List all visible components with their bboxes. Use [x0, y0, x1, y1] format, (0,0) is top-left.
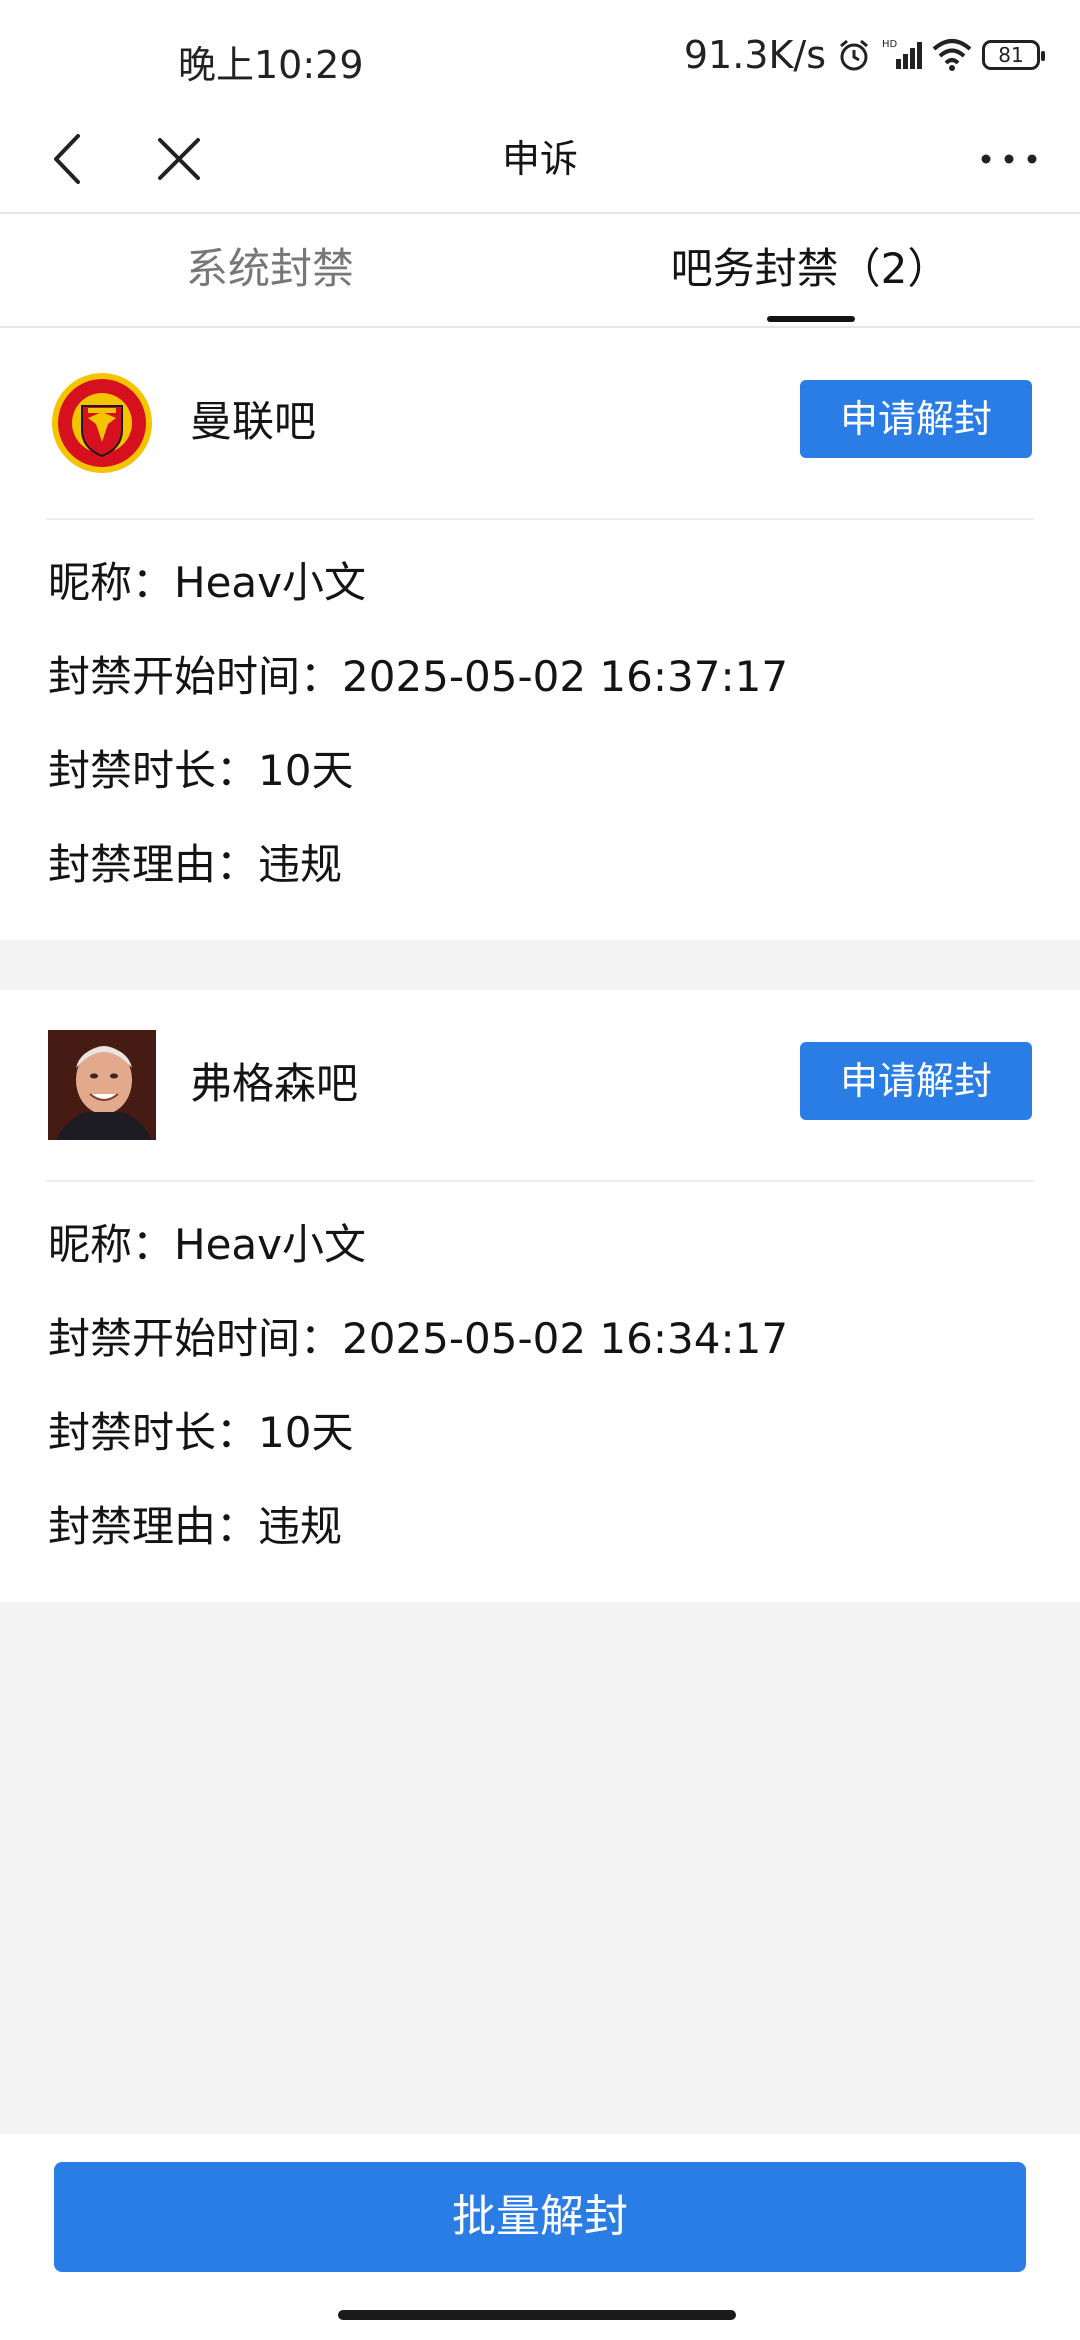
tab-system-ban[interactable]: 系统封禁 [0, 214, 540, 324]
page-title: 申诉 [501, 137, 578, 181]
active-tab-indicator [767, 316, 855, 322]
ban-card: 弗格森吧 申请解封 昵称：Heav小文 封禁开始时间：2025-05-02 16… [0, 990, 1080, 1602]
ban-details: 昵称：Heav小文 封禁开始时间：2025-05-02 16:34:17 封禁时… [0, 1182, 1080, 1574]
apply-unban-button[interactable]: 申请解封 [800, 1042, 1032, 1120]
ban-duration: 封禁时长：10天 [48, 746, 354, 795]
ban-nickname: 昵称：Heav小文 [48, 558, 367, 607]
wifi-icon [932, 39, 972, 71]
tab-forum-admin-ban[interactable]: 吧务封禁（2） [540, 214, 1080, 324]
home-indicator[interactable] [338, 2310, 736, 2320]
ban-start-time: 封禁开始时间：2025-05-02 16:37:17 [48, 652, 789, 701]
alarm-icon [840, 39, 868, 71]
battery-icon: 81 [982, 40, 1045, 70]
more-icon[interactable] [974, 130, 1044, 188]
ban-card: 曼联吧 申请解封 昵称：Heav小文 封禁开始时间：2025-05-02 16:… [0, 328, 1080, 940]
status-time: 晚上10:29 [178, 43, 364, 87]
ban-card-header: 曼联吧 申请解封 [46, 328, 1034, 520]
status-bar: 晚上10:29 91.3K/s HD 81 [0, 0, 1080, 110]
battery-level: 81 [998, 43, 1024, 67]
ban-start-time: 封禁开始时间：2025-05-02 16:34:17 [48, 1314, 789, 1363]
navigation-bar: 申诉 [0, 110, 1080, 214]
forum-avatar [52, 373, 152, 473]
ban-card-header: 弗格森吧 申请解封 [46, 990, 1034, 1182]
tab-bar: 系统封禁 吧务封禁（2） [0, 214, 1080, 328]
network-speed: 91.3K/s [683, 33, 826, 77]
forum-name[interactable]: 曼联吧 [190, 392, 316, 452]
batch-unban-button[interactable]: 批量解封 [54, 2162, 1026, 2272]
ban-reason: 封禁理由：违规 [48, 840, 343, 889]
ban-details: 昵称：Heav小文 封禁开始时间：2025-05-02 16:37:17 封禁时… [0, 520, 1080, 912]
svg-text:HD: HD [882, 39, 898, 50]
status-indicators: 91.3K/s HD 81 [683, 30, 1045, 80]
forum-avatar [48, 1030, 156, 1140]
forum-name[interactable]: 弗格森吧 [190, 1054, 358, 1114]
ban-duration: 封禁时长：10天 [48, 1408, 354, 1457]
ban-nickname: 昵称：Heav小文 [48, 1220, 367, 1269]
ban-reason: 封禁理由：违规 [48, 1502, 343, 1551]
apply-unban-button[interactable]: 申请解封 [800, 380, 1032, 458]
signal-icon: HD [882, 39, 922, 69]
